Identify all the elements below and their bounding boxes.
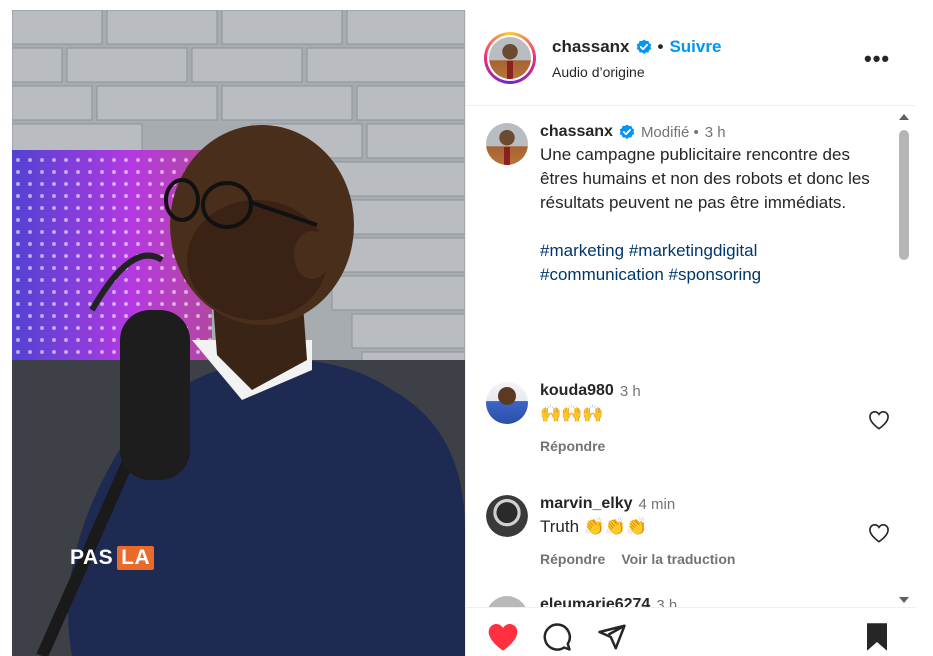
header-separator: • [657, 37, 664, 56]
heart-icon[interactable] [486, 622, 520, 652]
overlay-word-2: LA [117, 546, 155, 570]
comment-like-heart-icon[interactable] [868, 523, 890, 543]
hashtag-link[interactable]: #marketing [540, 241, 624, 260]
caption-time[interactable]: 3 h [705, 124, 726, 141]
scroll-down-arrow-icon[interactable] [899, 597, 909, 603]
video-player[interactable]: PAS LA [12, 10, 465, 656]
comment-username[interactable]: marvin_elky [540, 495, 633, 513]
more-options-icon[interactable]: ••• [864, 46, 890, 72]
see-translation-button[interactable]: Voir la traduction [621, 551, 735, 567]
comments-scrollbar[interactable] [896, 110, 912, 605]
share-icon[interactable] [596, 622, 628, 652]
hashtag-link[interactable]: #sponsoring [669, 265, 762, 284]
comment-time[interactable]: 3 h [656, 597, 677, 608]
video-caption-overlay: PAS LA [70, 546, 155, 570]
reply-button[interactable]: Répondre [540, 438, 605, 454]
commenter-avatar[interactable] [486, 596, 528, 607]
reply-button[interactable]: Répondre [540, 551, 605, 567]
verified-badge-icon [636, 39, 651, 54]
overlay-word-1: PAS [70, 546, 114, 569]
verified-badge-icon [619, 124, 635, 139]
comment-like-heart-icon[interactable] [868, 410, 890, 430]
comment-text: Truth 👏👏👏 [540, 517, 648, 536]
comment-time[interactable]: 3 h [620, 383, 641, 400]
post-side-panel: chassanx • Suivre Audio d’origine ••• ch… [465, 10, 916, 656]
caption-text: Une campagne publicitaire rencontre des … [540, 145, 870, 212]
comment-username[interactable]: eleumarie6274 [540, 596, 650, 607]
caption-author-avatar[interactable] [486, 123, 528, 165]
caption-hashtags: #marketing #marketingdigital #communicat… [540, 239, 870, 287]
hashtag-link[interactable]: #communication [540, 265, 664, 284]
post-modal: PAS LA chassanx • Suivre Audio d’origine… [12, 10, 916, 656]
original-audio-link[interactable]: Audio d’origine [552, 64, 645, 80]
post-actions-bar [466, 607, 916, 656]
comment-username[interactable]: kouda980 [540, 382, 614, 400]
bookmark-icon[interactable] [864, 622, 890, 652]
comment-text: 🙌🙌🙌 [540, 404, 604, 423]
author-avatar-ring[interactable] [484, 32, 536, 84]
post-header: chassanx • Suivre Audio d’origine ••• [466, 10, 916, 106]
commenter-avatar[interactable] [486, 495, 528, 537]
comment-icon[interactable] [542, 622, 572, 652]
author-line: chassanx • Suivre [552, 37, 721, 57]
scrollbar-thumb[interactable] [899, 130, 909, 260]
caption-edited-label: Modifié • [640, 123, 699, 141]
author-username[interactable]: chassanx [552, 37, 630, 57]
commenter-avatar[interactable] [486, 382, 528, 424]
hashtag-link[interactable]: #marketingdigital [629, 241, 758, 260]
scroll-up-arrow-icon[interactable] [899, 114, 909, 120]
follow-button[interactable]: Suivre [669, 37, 721, 57]
caption-username[interactable]: chassanx [540, 123, 613, 141]
author-avatar[interactable] [489, 37, 531, 79]
comments-list[interactable]: chassanx Modifié • 3 h Une campagne publ… [466, 107, 893, 607]
comment-time[interactable]: 4 min [639, 496, 676, 513]
